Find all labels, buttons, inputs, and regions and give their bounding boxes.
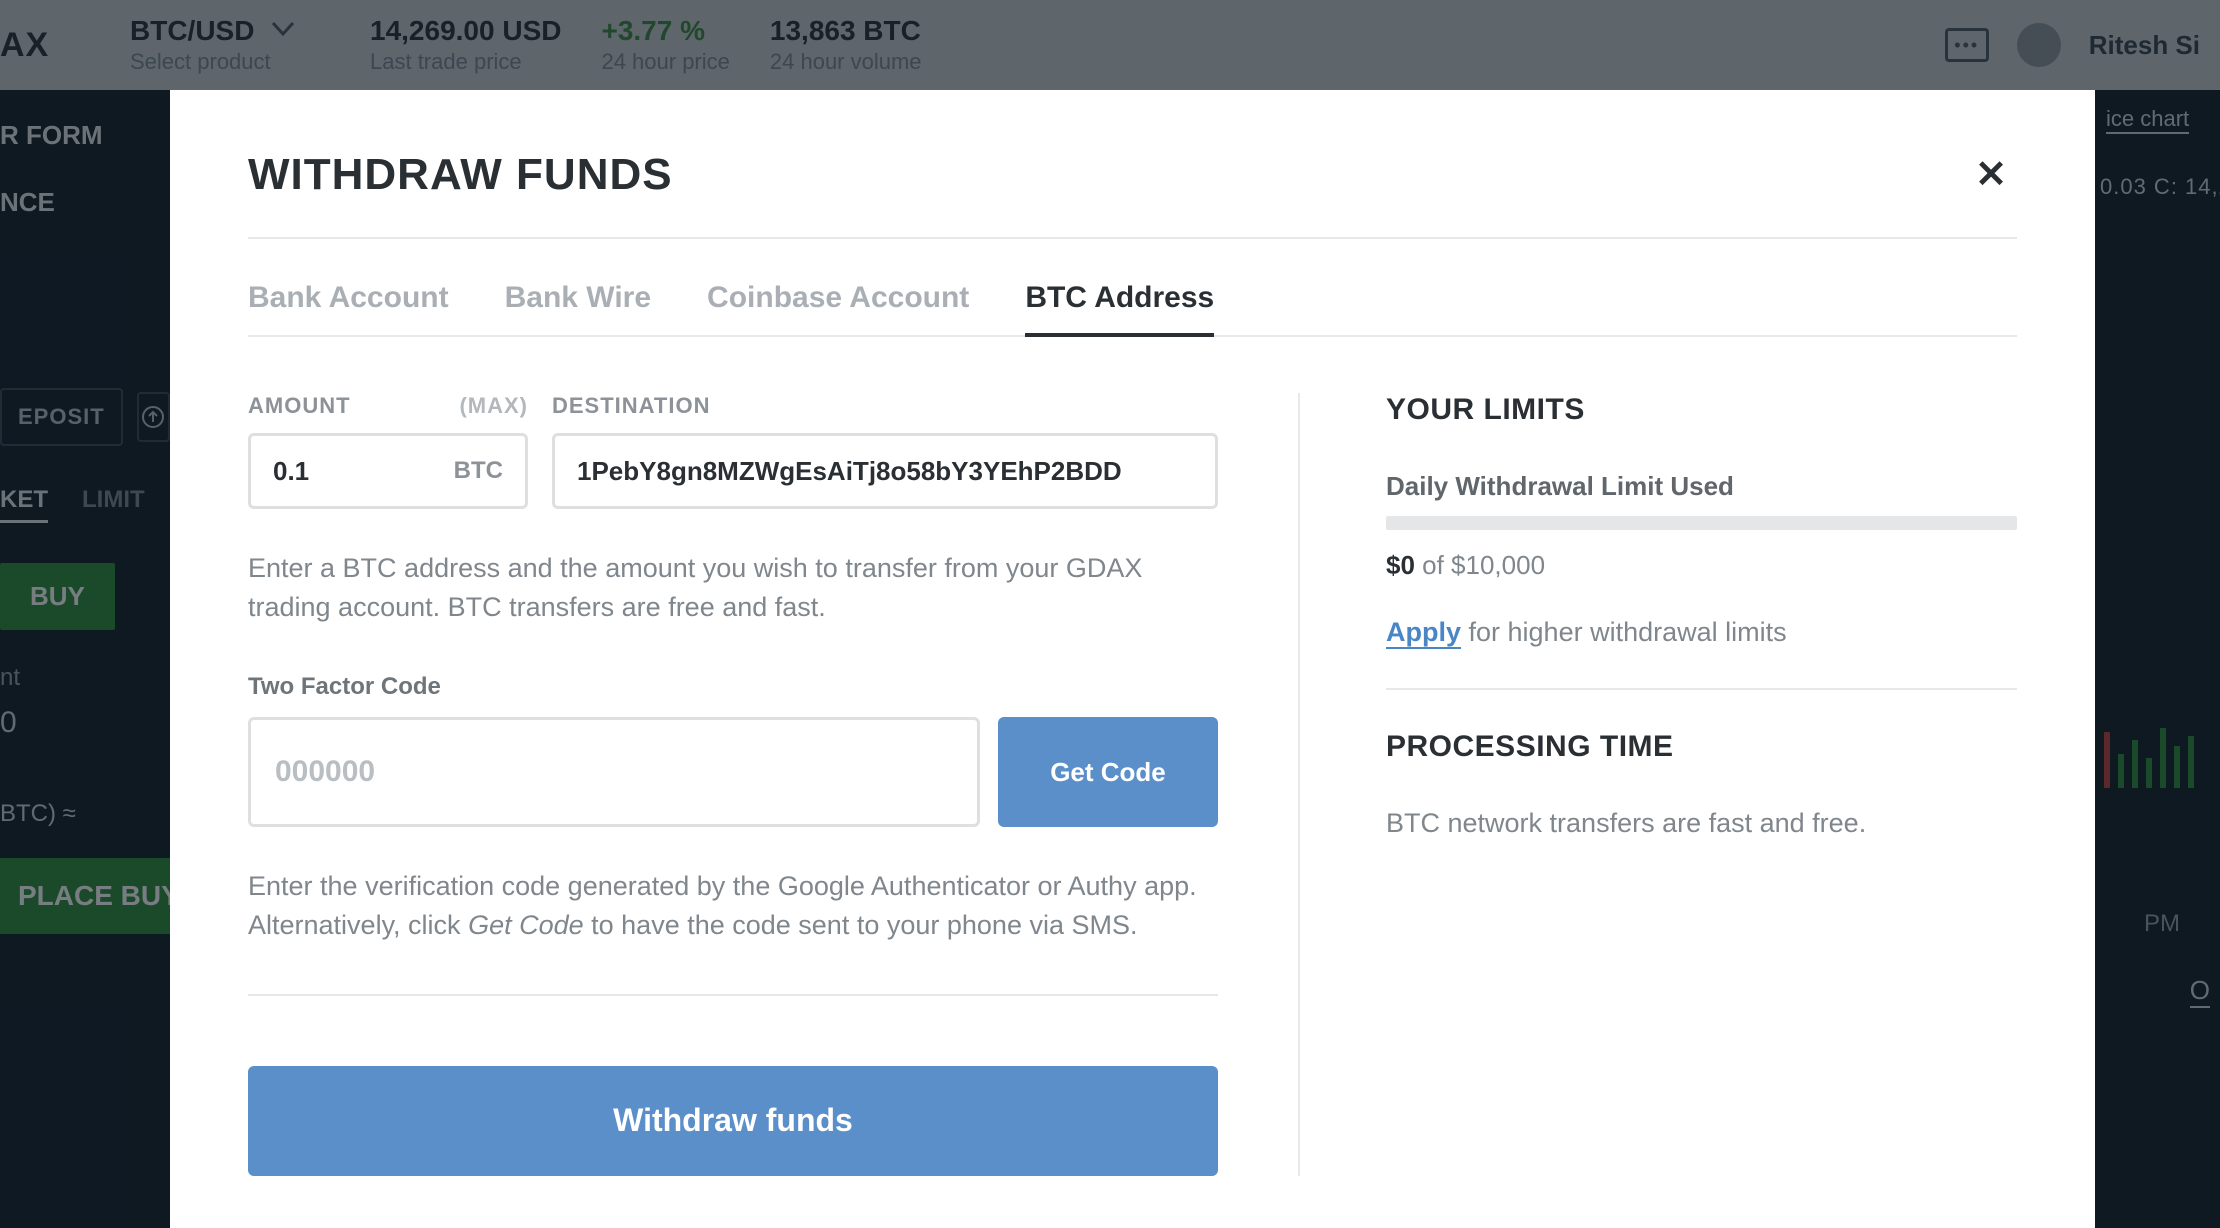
divider <box>248 237 2017 239</box>
amount-field-label: AMOUNT <box>248 393 351 419</box>
amount-max-link[interactable]: (MAX) <box>459 393 528 419</box>
help-text-1: Enter a BTC address and the amount you w… <box>248 549 1218 627</box>
withdraw-funds-button[interactable]: Withdraw funds <box>248 1066 1218 1176</box>
limit-of: of $10,000 <box>1415 550 1545 580</box>
tfa-input[interactable] <box>275 755 953 789</box>
amount-input[interactable] <box>273 456 440 487</box>
amount-input-wrap[interactable]: BTC <box>248 433 528 509</box>
your-limits-title: YOUR LIMITS <box>1386 393 2017 427</box>
tfa-input-wrap[interactable] <box>248 717 980 827</box>
divider <box>1386 688 2017 690</box>
apply-rest: for higher withdrawal limits <box>1461 617 1787 647</box>
destination-input-wrap[interactable] <box>552 433 1218 509</box>
withdraw-modal: WITHDRAW FUNDS ✕ Bank Account Bank Wire … <box>170 90 2095 1228</box>
destination-field-label: DESTINATION <box>552 393 1218 419</box>
apply-row: Apply for higher withdrawal limits <box>1386 617 2017 648</box>
amount-unit: BTC <box>454 457 503 485</box>
withdraw-info: YOUR LIMITS Daily Withdrawal Limit Used … <box>1298 393 2017 1176</box>
help-text-2b: to have the code sent to your phone via … <box>584 910 1138 940</box>
tab-bank-wire[interactable]: Bank Wire <box>505 281 651 335</box>
daily-limit-label: Daily Withdrawal Limit Used <box>1386 471 2017 502</box>
limit-used: $0 <box>1386 550 1415 580</box>
close-icon[interactable]: ✕ <box>1965 146 2017 203</box>
tab-btc-address[interactable]: BTC Address <box>1025 281 1214 337</box>
get-code-button[interactable]: Get Code <box>998 717 1218 827</box>
help-text-2-ital: Get Code <box>468 910 584 940</box>
withdraw-tabs: Bank Account Bank Wire Coinbase Account … <box>248 281 2017 337</box>
apply-link[interactable]: Apply <box>1386 617 1461 649</box>
help-text-2: Enter the verification code generated by… <box>248 867 1218 945</box>
limit-values: $0 of $10,000 <box>1386 550 2017 581</box>
tab-bank-account[interactable]: Bank Account <box>248 281 449 335</box>
limit-progress-bar <box>1386 516 2017 530</box>
tfa-label: Two Factor Code <box>248 673 1218 701</box>
destination-input[interactable] <box>577 456 1193 487</box>
tab-coinbase-account[interactable]: Coinbase Account <box>707 281 969 335</box>
processing-time-text: BTC network transfers are fast and free. <box>1386 808 2017 839</box>
processing-time-title: PROCESSING TIME <box>1386 730 2017 764</box>
divider <box>248 994 1218 996</box>
withdraw-form: AMOUNT (MAX) BTC DESTINATION Enter a BTC… <box>248 393 1298 1176</box>
modal-title: WITHDRAW FUNDS <box>248 150 673 200</box>
